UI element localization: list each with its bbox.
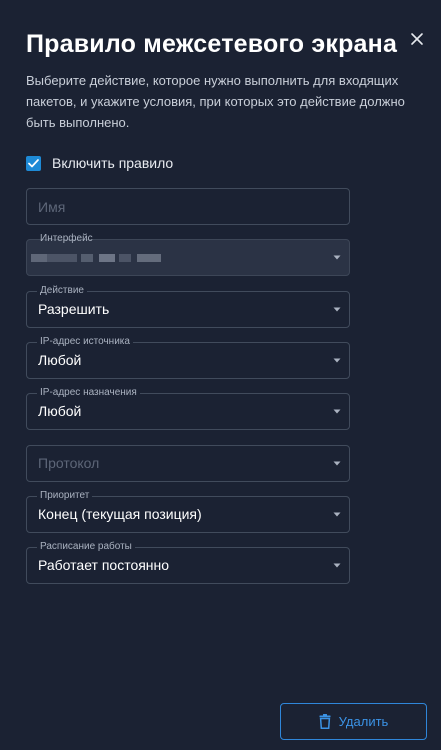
protocol-select[interactable]: Протокол [26, 445, 350, 482]
dialog-description: Выберите действие, которое нужно выполни… [26, 73, 405, 130]
interface-select[interactable]: Интерфейс [26, 233, 350, 276]
close-button[interactable] [407, 29, 427, 49]
enable-rule-checkbox[interactable] [26, 155, 41, 171]
destination-ip-select[interactable]: IP-адрес назначения Любой [26, 386, 350, 430]
source-ip-select[interactable]: IP-адрес источника Любой [26, 335, 350, 379]
schedule-value: Работает постоянно [38, 557, 170, 573]
chevron-down-icon [333, 512, 341, 517]
priority-value: Конец (текущая позиция) [38, 506, 202, 522]
destination-ip-value: Любой [38, 403, 82, 419]
firewall-rule-dialog: Правило межсетевого экрана Выберите дейс… [0, 0, 441, 750]
delete-button[interactable]: Удалить [280, 703, 427, 740]
action-select[interactable]: Действие Разрешить [26, 284, 350, 328]
schedule-select[interactable]: Расписание работы Работает постоянно [26, 540, 350, 584]
interface-label: Интерфейс [40, 233, 93, 244]
name-field[interactable] [26, 188, 350, 225]
priority-select[interactable]: Приоритет Конец (текущая позиция) [26, 489, 350, 533]
chevron-down-icon [333, 358, 341, 363]
chevron-down-icon [333, 563, 341, 568]
source-ip-value: Любой [38, 352, 82, 368]
checkmark-icon [28, 158, 39, 167]
enable-rule-toggle[interactable]: Включить правило [26, 154, 173, 172]
delete-label: Удалить [338, 714, 389, 729]
name-input[interactable] [27, 189, 349, 224]
enable-rule-label: Включить правило [52, 155, 174, 171]
chevron-down-icon [333, 461, 341, 466]
action-value: Разрешить [38, 301, 110, 317]
chevron-down-icon [333, 255, 341, 260]
trash-icon [319, 714, 331, 729]
chevron-down-icon [333, 307, 341, 312]
interface-value-redacted [27, 254, 167, 264]
dialog-title: Правило межсетевого экрана [26, 30, 398, 58]
close-icon [411, 33, 423, 45]
protocol-placeholder: Протокол [38, 455, 100, 471]
chevron-down-icon [333, 409, 341, 414]
